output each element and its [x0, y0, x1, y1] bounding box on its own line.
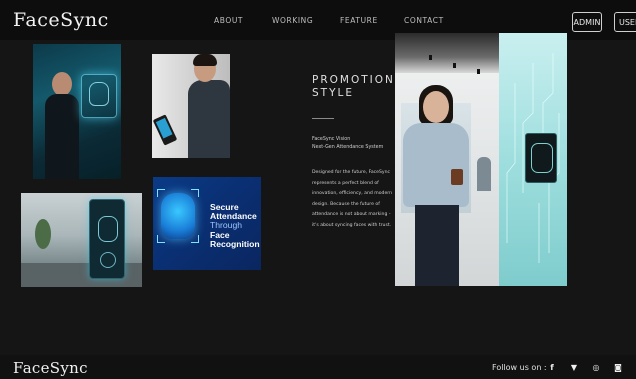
footer-logo[interactable]: FaceSync — [13, 359, 88, 377]
nav-working[interactable]: WORKING — [272, 16, 313, 25]
promo-subtitle: FaceSync Vision Next-Gen Attendance Syst… — [312, 137, 384, 150]
footer: FaceSync Follow us on : f ▼ ◎ ◙ — [0, 355, 636, 379]
nav-feature[interactable]: FEATURE — [340, 16, 378, 25]
face-scan-icon — [89, 82, 109, 106]
follow-us-label: Follow us on : — [492, 363, 547, 372]
brand-logo[interactable]: FaceSync — [13, 9, 109, 31]
face-scanner-tablet — [525, 133, 557, 183]
promo-divider — [312, 118, 334, 119]
woman-coffee-image — [395, 33, 567, 286]
woman-figure — [399, 85, 481, 286]
promo-title: PROMOTIONAL STYLE — [312, 74, 412, 99]
coffee-cup — [451, 169, 463, 185]
scan-ring-icon — [100, 252, 116, 268]
nav-about[interactable]: ABOUT — [214, 16, 243, 25]
user-button[interactable]: USER — [614, 12, 636, 32]
admin-button[interactable]: ADMIN — [572, 12, 602, 32]
wall-scanner-image — [152, 54, 230, 158]
promo-description: Designed for the future, FaceSync repres… — [312, 170, 392, 228]
whatsapp-icon[interactable]: ◎ — [590, 361, 602, 373]
kiosk-panel — [89, 199, 125, 279]
nav-contact[interactable]: CONTACT — [404, 16, 444, 25]
hologram-scan-image — [33, 44, 121, 179]
facebook-icon[interactable]: f — [546, 361, 558, 373]
plant — [35, 219, 51, 249]
instagram-icon[interactable]: ◙ — [612, 361, 624, 373]
secure-attendance-card: Secure Attendance Through Face Recogniti… — [153, 177, 261, 270]
twitter-icon[interactable]: ▼ — [568, 361, 580, 373]
scanner-device — [152, 114, 178, 146]
man-figure — [45, 72, 79, 179]
man-figure — [188, 54, 230, 158]
face-outline-icon — [98, 216, 118, 242]
secure-card-text: Secure Attendance Through Face Recogniti… — [210, 202, 260, 249]
office-kiosk-image — [21, 193, 142, 287]
digital-face-icon — [161, 193, 195, 239]
